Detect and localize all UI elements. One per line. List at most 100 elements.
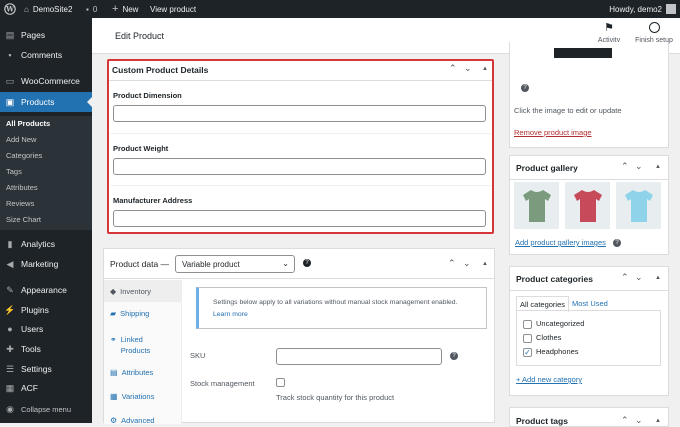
- manufacturer-address-input[interactable]: [113, 210, 486, 227]
- comments-link[interactable]: ▪ 0: [86, 0, 97, 18]
- help-icon[interactable]: ?: [613, 239, 621, 247]
- sidebar-item-pages[interactable]: ▤ Pages: [0, 25, 92, 45]
- submenu-attributes[interactable]: Attributes: [6, 183, 38, 192]
- move-down-icon[interactable]: ⌄: [463, 258, 471, 269]
- tab-advanced[interactable]: ⚙ Advanced: [104, 416, 182, 425]
- product-image[interactable]: [554, 48, 612, 58]
- page-title: Edit Product: [115, 31, 165, 41]
- product-weight-input[interactable]: [113, 158, 486, 175]
- gallery-thumbnail[interactable]: [514, 182, 559, 229]
- product-type-select[interactable]: Variable product ⌄: [175, 255, 295, 273]
- move-up-icon[interactable]: ⌃: [621, 272, 629, 283]
- tab-most-used[interactable]: Most Used: [572, 299, 608, 308]
- tab-shipping[interactable]: ▰ Shipping: [104, 309, 182, 318]
- activity-button[interactable]: ⚑ Activity: [593, 22, 625, 44]
- sidebar-item-users[interactable]: ● Users: [0, 319, 92, 339]
- collapse-toggle-icon[interactable]: ▲: [482, 261, 488, 267]
- flag-icon: ⚑: [604, 22, 614, 34]
- move-down-icon[interactable]: ⌄: [635, 415, 643, 426]
- submenu-all-products[interactable]: All Products: [6, 119, 50, 128]
- product-weight-label: Product Weight: [113, 144, 169, 153]
- tab-attributes[interactable]: ▤ Attributes: [104, 368, 182, 377]
- sidebar-item-label: Users: [21, 324, 44, 334]
- finish-setup-button[interactable]: Finish setup: [632, 22, 676, 44]
- sidebar-item-products[interactable]: ▣ Products: [0, 92, 92, 112]
- tab-inventory[interactable]: ◆ Inventory: [104, 280, 182, 302]
- category-checkbox[interactable]: [523, 319, 532, 329]
- product-data-title: Product data —: [110, 259, 170, 269]
- table-icon: ▤: [110, 368, 118, 377]
- active-indicator: [87, 97, 92, 107]
- tshirt-icon: [522, 189, 551, 222]
- product-image-box: ? Click the image to edit or update Remo…: [509, 42, 669, 148]
- inventory-icon: ◆: [110, 287, 117, 296]
- site-name-link[interactable]: ⌂ DemoSite2: [24, 0, 72, 18]
- submenu-add-new[interactable]: Add New: [6, 135, 36, 144]
- new-content-link[interactable]: + New: [112, 0, 138, 18]
- sidebar-item-settings[interactable]: ☰ Settings: [0, 359, 92, 379]
- collapse-menu-button[interactable]: ◉ Collapse menu: [0, 399, 92, 419]
- gallery-thumbnail[interactable]: [565, 182, 610, 229]
- gallery-thumbnail[interactable]: [616, 182, 661, 229]
- collapse-toggle-icon[interactable]: ▲: [655, 164, 661, 170]
- sidebar-item-analytics[interactable]: ▮ Analytics: [0, 234, 92, 254]
- move-up-icon[interactable]: ⌃: [621, 415, 629, 426]
- product-dimension-input[interactable]: [113, 105, 486, 122]
- category-label: Clothes: [536, 333, 562, 342]
- collapse-toggle-icon[interactable]: ▲: [655, 275, 661, 281]
- tab-variations[interactable]: ▦ Variations: [104, 392, 182, 401]
- move-up-icon[interactable]: ⌃: [449, 63, 457, 74]
- sidebar-item-plugins[interactable]: ⚡ Plugins: [0, 300, 92, 320]
- sku-input[interactable]: [276, 348, 442, 365]
- collapse-toggle-icon[interactable]: ▲: [655, 418, 661, 424]
- add-new-category-link[interactable]: + Add new category: [516, 375, 582, 384]
- custom-product-details-box: Custom Product Details ⌃ ⌄ ▲ Product Dim…: [107, 59, 494, 234]
- sidebar-item-appearance[interactable]: ✎ Appearance: [0, 280, 92, 300]
- wordpress-logo-icon[interactable]: W: [4, 0, 16, 18]
- home-icon: ⌂: [24, 4, 29, 14]
- remove-product-image-link[interactable]: Remove product image: [514, 128, 592, 137]
- woocommerce-icon: ▭: [5, 75, 15, 86]
- product-data-box: Product data — Variable product ⌄ ? ⌃ ⌄ …: [103, 248, 495, 425]
- categories-list: Uncategorized Clothes ✓ Headphones: [516, 310, 661, 366]
- add-gallery-images-link[interactable]: Add product gallery images: [515, 238, 606, 247]
- help-icon[interactable]: ?: [521, 84, 529, 92]
- view-product-link[interactable]: View product: [150, 0, 196, 18]
- sidebar-item-marketing[interactable]: ◀ Marketing: [0, 254, 92, 274]
- move-up-icon[interactable]: ⌃: [448, 258, 456, 269]
- sidebar-item-tools[interactable]: ✚ Tools: [0, 339, 92, 359]
- category-item[interactable]: Uncategorized: [523, 319, 584, 329]
- help-icon[interactable]: ?: [450, 352, 458, 360]
- sidebar-item-label: Plugins: [21, 305, 49, 315]
- sidebar-item-comments[interactable]: ▪ Comments: [0, 45, 92, 65]
- category-label: Uncategorized: [536, 319, 585, 328]
- move-down-icon[interactable]: ⌄: [635, 161, 643, 172]
- category-checkbox[interactable]: [523, 333, 532, 343]
- category-checkbox-checked[interactable]: ✓: [523, 347, 532, 357]
- image-edit-hint: Click the image to edit or update: [514, 106, 622, 115]
- tab-label: Linked Products: [120, 335, 151, 355]
- learn-more-link[interactable]: Learn more: [213, 311, 248, 318]
- move-down-icon[interactable]: ⌄: [464, 63, 472, 74]
- manufacturer-address-label: Manufacturer Address: [113, 196, 193, 205]
- truck-icon: ▰: [110, 309, 117, 318]
- help-icon[interactable]: ?: [303, 259, 311, 267]
- move-down-icon[interactable]: ⌄: [635, 272, 643, 283]
- submenu-tags[interactable]: Tags: [6, 167, 22, 176]
- tab-linked-products[interactable]: ⚭ Linked Products: [104, 334, 174, 356]
- submenu-reviews[interactable]: Reviews: [6, 199, 34, 208]
- category-item[interactable]: ✓ Headphones: [523, 347, 579, 357]
- sidebar-item-acf[interactable]: ▦ ACF: [0, 378, 92, 398]
- move-up-icon[interactable]: ⌃: [621, 161, 629, 172]
- submenu-categories[interactable]: Categories: [6, 151, 42, 160]
- progress-circle-icon: [648, 22, 660, 33]
- account-menu[interactable]: Howdy, demo2: [609, 0, 676, 18]
- sidebar-item-woocommerce[interactable]: ▭ WooCommerce: [0, 71, 92, 91]
- collapse-toggle-icon[interactable]: ▲: [482, 66, 488, 72]
- category-item[interactable]: Clothes: [523, 333, 561, 343]
- howdy-text: Howdy, demo2: [609, 4, 662, 14]
- product-gallery-box: Product gallery ⌃ ⌄ ▲ Add product galler…: [509, 155, 669, 255]
- stock-management-checkbox[interactable]: [276, 378, 285, 387]
- marketing-icon: ◀: [6, 258, 14, 269]
- submenu-size-chart[interactable]: Size Chart: [6, 215, 41, 224]
